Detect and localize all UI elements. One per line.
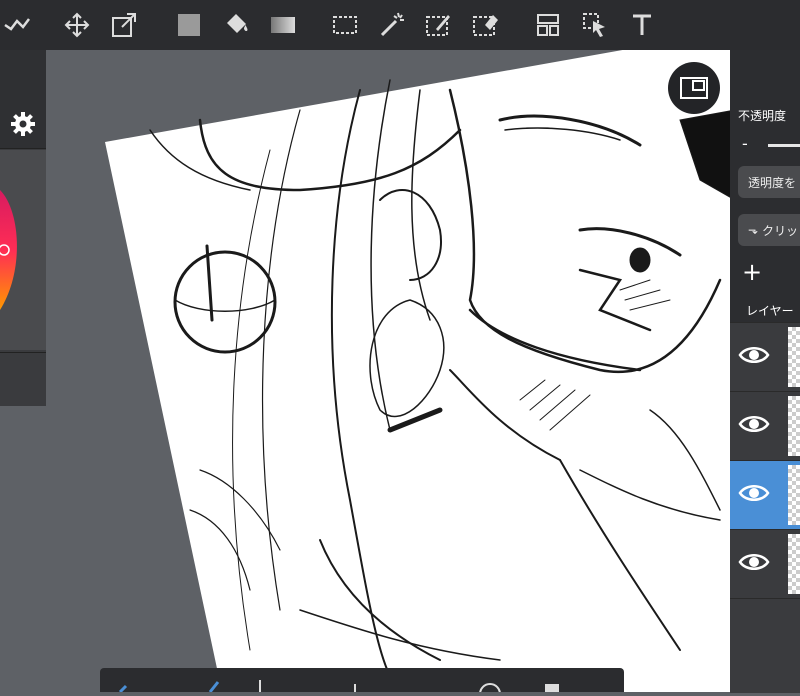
select-rect-icon[interactable] [328, 8, 362, 42]
eye-icon[interactable] [738, 343, 770, 367]
text-tool-icon[interactable] [625, 8, 659, 42]
gradient-icon[interactable] [266, 8, 300, 42]
layer-row-active[interactable] [730, 460, 800, 529]
layer-panel: 不透明度 - 透明度を ⬎ クリッ + レイヤー [730, 50, 800, 693]
stroke-icon[interactable] [0, 8, 34, 42]
layer-thumbnail [788, 396, 800, 456]
select-layer-icon[interactable] [578, 8, 612, 42]
transform-icon[interactable] [107, 8, 141, 42]
layer-thumbnail [788, 327, 800, 387]
navigator-button[interactable] [668, 62, 720, 114]
layer-row[interactable] [730, 322, 800, 391]
panel-footer [0, 352, 46, 406]
layer-panel-header [730, 50, 800, 100]
protect-alpha-button[interactable]: 透明度を [738, 166, 800, 198]
clip-arrow-icon: ⬎ [748, 223, 759, 237]
left-color-panel [0, 50, 46, 406]
gear-icon[interactable] [0, 100, 46, 149]
panel-header [0, 50, 46, 101]
bucket-icon[interactable] [219, 8, 253, 42]
opacity-decrease-button[interactable]: - [742, 134, 748, 153]
opacity-slider-track[interactable] [768, 144, 800, 147]
layer-row[interactable] [730, 529, 800, 598]
clip-label: クリッ [762, 223, 799, 238]
select-pen-icon[interactable] [421, 8, 455, 42]
select-eraser-icon[interactable] [468, 8, 502, 42]
top-toolbar [0, 0, 800, 50]
sketch-artwork [105, 50, 735, 692]
clip-button[interactable]: ⬎ クリッ [738, 214, 800, 246]
add-layer-button[interactable]: + [742, 258, 762, 286]
magic-wand-icon[interactable] [375, 8, 409, 42]
drawing-canvas[interactable] [0, 50, 735, 692]
move-icon[interactable] [60, 8, 94, 42]
snap-icon[interactable] [531, 8, 565, 42]
layer-row[interactable] [730, 391, 800, 460]
bottom-toolbar [100, 668, 624, 696]
eye-icon[interactable] [738, 550, 770, 574]
layer-section-label: レイヤー [746, 304, 794, 318]
opacity-slider[interactable]: - [738, 134, 800, 154]
opacity-label: 不透明度 [738, 109, 787, 123]
eye-icon[interactable] [738, 481, 770, 505]
color-wheel[interactable] [0, 150, 46, 350]
layer-row[interactable] [730, 598, 800, 693]
fill-color-icon[interactable] [172, 8, 206, 42]
layer-thumbnail [788, 534, 800, 594]
eye-icon[interactable] [738, 412, 770, 436]
layer-thumbnail [788, 465, 800, 525]
